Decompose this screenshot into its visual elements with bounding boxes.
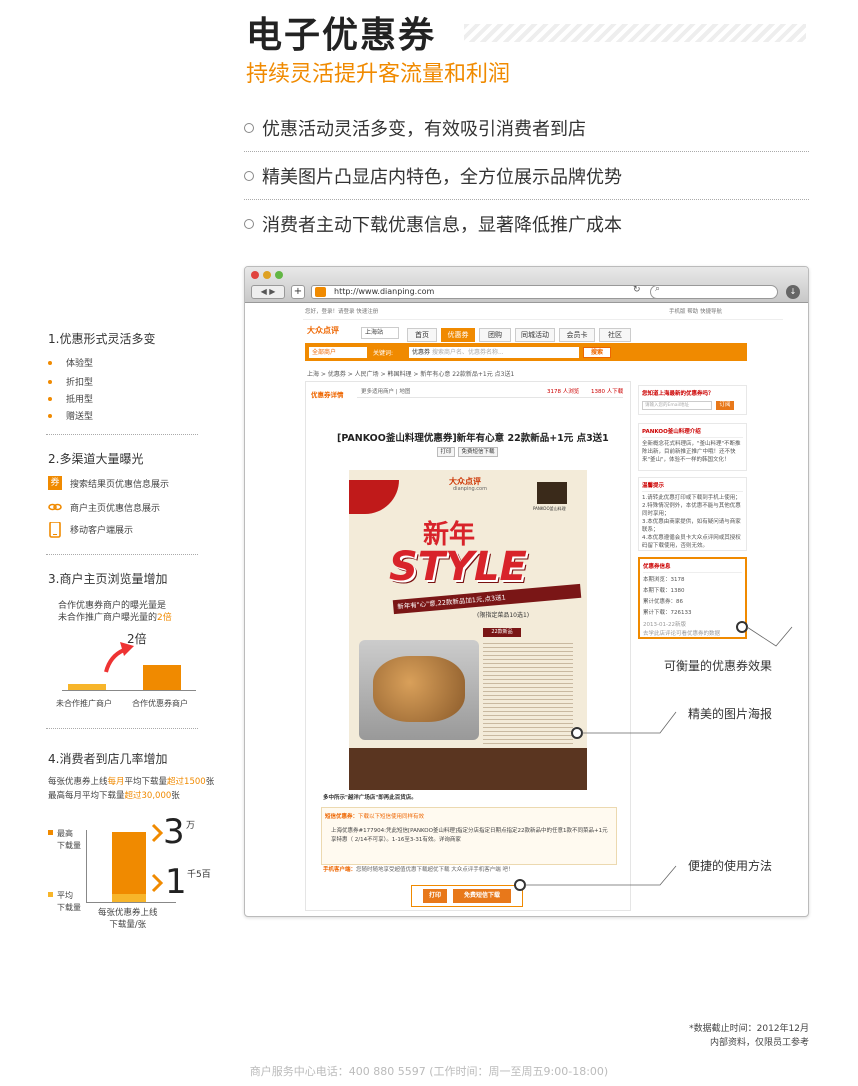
footer-contact: 商户服务中心电话：400 880 5597 (工作时间：周一至周五9:00-18… [249, 1065, 609, 1078]
footnote-date: *数据截止时间：2012年12月 [689, 1024, 809, 1034]
callout-lines [514, 621, 793, 891]
callout-effect: 可衡量的优惠券效果 [664, 659, 773, 673]
callout-poster: 精美的图片海报 [688, 707, 773, 721]
callout-usage: 便捷的使用方法 [688, 859, 773, 873]
footnote-internal: 内部资料，仅限员工参考 [709, 1038, 809, 1048]
